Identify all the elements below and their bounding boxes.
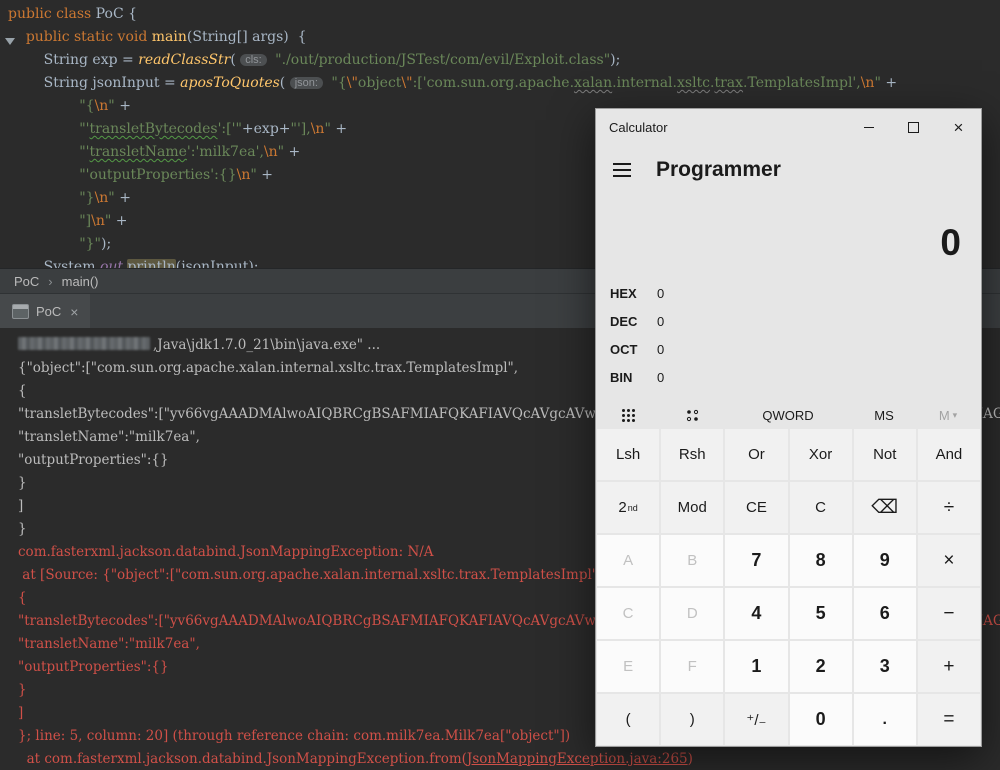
memory-menu-label: M [938,407,950,423]
key-three[interactable]: 3 [853,641,916,692]
key-subtract[interactable]: − [917,588,980,639]
key-zero[interactable]: 0 [789,694,852,745]
radix-value: 0 [657,285,665,301]
key-add[interactable]: + [917,641,980,692]
minimize-button[interactable] [846,109,891,146]
key-six[interactable]: 6 [853,588,916,639]
radix-label: BIN [610,369,633,385]
calculator-header: Programmer [596,146,981,194]
key-hex-f: F [661,641,724,692]
key-two[interactable]: 2 [789,641,852,692]
radix-row-oct[interactable]: OCT 0 [596,335,981,363]
key-multiply[interactable]: × [917,535,980,586]
code-line: public static void main(String[] args) { [25,29,307,45]
key-clear[interactable]: C [789,482,852,533]
minimize-icon [863,127,874,128]
key-rsh[interactable]: Rsh [661,429,724,480]
code-line: String exp = readClassStr( cls: "./out/p… [8,52,621,68]
key-four[interactable]: 4 [725,588,788,639]
radix-row-hex[interactable]: HEX 0 [596,279,981,307]
maximize-icon [908,122,919,133]
key-one[interactable]: 1 [725,641,788,692]
radix-value: 0 [657,341,665,357]
key-ce[interactable]: CE [725,482,788,533]
radix-row-bin[interactable]: BIN 0 [596,363,981,391]
key-mod[interactable]: Mod [661,482,724,533]
key-plus-minus[interactable]: ⁺/₋ [725,694,788,745]
word-size-label: QWORD [762,407,814,423]
key-close-paren[interactable]: ) [661,694,724,745]
close-button[interactable]: × [936,109,981,146]
key-five[interactable]: 5 [789,588,852,639]
code-line: String jsonInput = aposToQuotes( json: "… [8,75,898,91]
chevron-down-icon: ▾ [952,409,958,420]
run-tab-label: PoC [36,304,62,319]
key-open-paren[interactable]: ( [597,694,660,745]
radix-label: DEC [610,313,638,329]
memory-store-label: MS [874,407,894,423]
key-hex-d: D [661,588,724,639]
param-hint: cls: [240,54,267,66]
calculator-keypad: Lsh Rsh Or Xor Not And 2nd Mod CE C ⌫ ÷ A B 7 8 9 × C D 4 5 6−… [597,429,980,745]
close-icon: × [953,118,964,137]
close-tab-icon[interactable]: × [70,304,78,320]
key-lsh[interactable]: Lsh [597,429,660,480]
key-second[interactable]: 2nd [597,482,660,533]
key-not[interactable]: Not [853,429,916,480]
key-decimal[interactable]: . [853,694,916,745]
menu-icon[interactable] [611,159,633,181]
radix-value: 0 [657,313,665,329]
key-hex-e: E [597,641,660,692]
radix-label: OCT [610,341,638,357]
calculator-window: Calculator × Programmer 0 HEX 0 DEC 0 OCT 0 BI… [595,108,982,747]
breadcrumb-class[interactable]: PoC [14,274,39,289]
key-backspace[interactable]: ⌫ [853,482,916,533]
calculator-display: 0 [940,222,961,263]
radix-panel: HEX 0 DEC 0 OCT 0 BIN 0 [596,279,981,391]
key-eight[interactable]: 8 [789,535,852,586]
param-hint: json: [289,77,323,89]
calculator-titlebar[interactable]: Calculator × [596,109,981,146]
calculator-mode-title: Programmer [656,158,781,181]
key-nine[interactable]: 9 [853,535,916,586]
maximize-button[interactable] [891,109,936,146]
key-hex-c: C [597,588,660,639]
console-line: at com.fasterxml.jackson.databind.JsonMa… [18,751,693,767]
breadcrumb-separator-icon: › [48,274,53,289]
key-hex-b: B [661,535,724,586]
calculator-title: Calculator [609,120,668,135]
key-seven[interactable]: 7 [725,535,788,586]
key-divide[interactable]: ÷ [917,482,980,533]
radix-label: HEX [610,285,637,301]
bit-keypad-icon [686,409,698,421]
radix-row-dec[interactable]: DEC 0 [596,307,981,335]
console-icon [12,304,29,319]
breadcrumb-method[interactable]: main() [62,274,99,289]
key-hex-a: A [597,535,660,586]
code-line: public class PoC { [8,6,138,22]
radix-value: 0 [657,369,665,385]
censored-text [18,337,150,350]
key-or[interactable]: Or [725,429,788,480]
window-controls: × [846,109,981,146]
stacktrace-link[interactable]: JsonMappingException.java:265 [467,751,688,767]
key-and[interactable]: And [917,429,980,480]
full-keypad-icon [621,408,635,422]
key-equals[interactable]: = [917,694,980,745]
key-xor[interactable]: Xor [789,429,852,480]
run-tab-poc[interactable]: PoC × [0,294,91,329]
